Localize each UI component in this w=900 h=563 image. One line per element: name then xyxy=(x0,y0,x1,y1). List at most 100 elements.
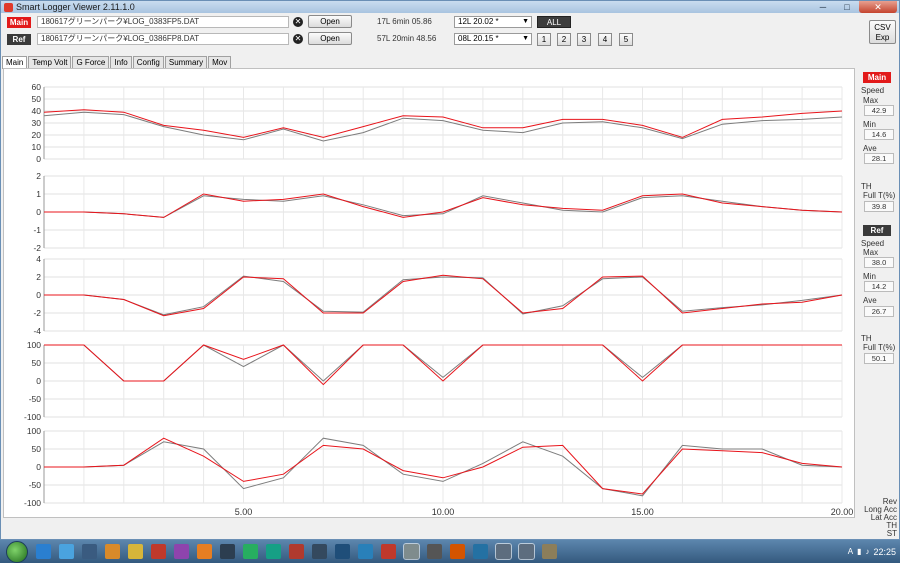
side-main-th-label: TH xyxy=(861,182,872,191)
app-icon-teal[interactable] xyxy=(266,544,281,559)
side-ref-ave-value: 26.7 xyxy=(864,306,894,317)
chart-panel-0[interactable]: 60 50 40 30 20 10 0 xyxy=(32,82,843,164)
media-icon[interactable] xyxy=(82,544,97,559)
side-ref-max-value: 38.0 xyxy=(864,257,894,268)
explorer-icon[interactable] xyxy=(403,543,420,560)
firefox-icon[interactable] xyxy=(105,544,120,559)
chart-panel-1[interactable]: 2 1 0 -1 -2 xyxy=(33,171,843,253)
app-icon-slate[interactable] xyxy=(312,544,327,559)
y-tick-label: 50 xyxy=(32,444,42,454)
y-tick-label: -2 xyxy=(33,308,41,318)
app-icon xyxy=(4,2,13,12)
y-tick-label: 100 xyxy=(27,340,41,350)
ref-clear-icon[interactable]: ✕ xyxy=(293,34,303,44)
maximize-button[interactable]: □ xyxy=(835,1,859,13)
notes-icon[interactable] xyxy=(128,544,143,559)
chart-panel-3[interactable]: 100 50 0 -50 -100 xyxy=(24,340,843,422)
y-tick-label: -100 xyxy=(24,412,41,422)
main-lap-select-value: 12L 20.02 * xyxy=(458,17,499,26)
y-tick-label: 50 xyxy=(32,358,42,368)
tab-summary[interactable]: Summary xyxy=(164,56,208,68)
app-icon-purple[interactable] xyxy=(174,544,189,559)
exp-label: Exp xyxy=(875,33,890,42)
main-open-button[interactable]: Open xyxy=(308,15,352,28)
terminal-icon[interactable] xyxy=(427,544,442,559)
tab-info[interactable]: Info xyxy=(110,56,132,68)
legend-st[interactable]: ST xyxy=(859,530,897,538)
y-tick-label: 0 xyxy=(36,290,41,300)
lap-button-2[interactable]: 2 xyxy=(557,33,571,46)
tab-strip: Main Temp Volt G Force Info Config Summa… xyxy=(2,56,232,69)
title-bar[interactable]: Smart Logger Viewer 2.11.1.0 ─ □ ✕ xyxy=(1,1,899,13)
firefox-2-icon[interactable] xyxy=(450,544,465,559)
app-icon-green[interactable] xyxy=(243,544,258,559)
side-main-ave-label: Ave xyxy=(863,144,877,153)
main-file-path[interactable]: 180617グリーンパーク¥LOG_0383FP5.DAT xyxy=(37,16,289,28)
app-icon-red[interactable] xyxy=(151,544,166,559)
ref-lap-select[interactable]: 08L 20.15 * ▼ xyxy=(454,33,532,45)
window-2-icon[interactable] xyxy=(518,543,535,560)
y-tick-label: -50 xyxy=(29,480,42,490)
window-title: Smart Logger Viewer 2.11.1.0 xyxy=(16,2,135,12)
start-button[interactable] xyxy=(6,540,28,563)
charts-svg[interactable]: 6050403020100210-1-2420-2-4100500-50-100… xyxy=(4,69,856,519)
app-icon-blue[interactable] xyxy=(358,544,373,559)
ref-file-row: Ref xyxy=(7,33,31,46)
ime-icon[interactable]: A xyxy=(848,547,853,556)
chart-area[interactable]: 60 50 40 30 20 10 0 2 1 0 -1 -2 4 2 0 -2 -4 100 50 0 -50 -100… xyxy=(3,68,855,518)
ref-file-path[interactable]: 180617グリーンパーク¥LOG_0386FP8.DAT xyxy=(37,33,289,45)
x-tick-label: 10.00 xyxy=(432,507,455,517)
side-main-max-value: 42.9 xyxy=(864,105,894,116)
clock[interactable]: 22:25 xyxy=(873,547,896,557)
folder-icon[interactable] xyxy=(59,544,74,559)
app-icon-sky[interactable] xyxy=(473,544,488,559)
main-lap-summary: 17L 6min 05.86 xyxy=(377,17,432,26)
y-tick-label: 40 xyxy=(32,106,42,116)
chart-panel-2[interactable]: 4 2 0 -2 -4 xyxy=(33,254,843,336)
csv-export-button[interactable]: CSV Exp xyxy=(869,20,896,44)
taskbar: A ▮ ♪ 22:25 xyxy=(0,540,900,563)
all-button[interactable]: ALL xyxy=(537,16,571,28)
window-icon[interactable] xyxy=(495,543,512,560)
app-icon-tan[interactable] xyxy=(542,544,557,559)
main-tag: Main xyxy=(7,17,31,28)
volume-icon[interactable]: ♪ xyxy=(865,547,869,556)
lap-button-1[interactable]: 1 xyxy=(537,33,551,46)
x-tick-label: 20.00 xyxy=(831,507,854,517)
app-icon-crimson[interactable] xyxy=(381,544,396,559)
close-button[interactable]: ✕ xyxy=(859,1,897,13)
lap-button-3[interactable]: 3 xyxy=(577,33,591,46)
minimize-button[interactable]: ─ xyxy=(811,1,835,13)
y-tick-label: 60 xyxy=(32,82,42,92)
app-icon-navy[interactable] xyxy=(335,544,350,559)
side-ref-tag: Ref xyxy=(863,225,891,236)
side-main-ave-value: 28.1 xyxy=(864,153,894,164)
side-ref-full-value: 50.1 xyxy=(864,353,894,364)
ref-tag: Ref xyxy=(7,34,31,45)
side-ref-th-label: TH xyxy=(861,334,872,343)
lap-button-5[interactable]: 5 xyxy=(619,33,633,46)
main-clear-icon[interactable]: ✕ xyxy=(293,17,303,27)
y-tick-label: 0 xyxy=(36,462,41,472)
app-icon-maroon[interactable] xyxy=(289,544,304,559)
y-tick-label: 2 xyxy=(36,171,41,181)
network-icon[interactable]: ▮ xyxy=(857,547,861,556)
app-icon-orange[interactable] xyxy=(197,544,212,559)
app-icon-dark[interactable] xyxy=(220,544,235,559)
y-tick-label: 30 xyxy=(32,118,42,128)
browser-icon[interactable] xyxy=(36,544,51,559)
side-main-max-label: Max xyxy=(863,96,879,105)
side-ref-max-label: Max xyxy=(863,248,879,257)
ref-open-button[interactable]: Open xyxy=(308,32,352,45)
x-tick-label: 5.00 xyxy=(235,507,253,517)
tab-temp-volt[interactable]: Temp Volt xyxy=(28,56,72,68)
side-main-full-value: 39.8 xyxy=(864,201,894,212)
side-ref-speed-label: Speed xyxy=(861,239,885,248)
lap-button-4[interactable]: 4 xyxy=(598,33,612,46)
tab-g-force[interactable]: G Force xyxy=(72,56,110,68)
main-lap-select[interactable]: 12L 20.02 * ▼ xyxy=(454,16,532,28)
chart-panel-4[interactable]: 100 50 0 -50 -100 5.00 10.00 15.00 20.00 xyxy=(24,426,853,517)
side-main-min-value: 14.6 xyxy=(864,129,894,140)
tab-config[interactable]: Config xyxy=(132,56,164,68)
tab-mov[interactable]: Mov xyxy=(208,56,232,68)
